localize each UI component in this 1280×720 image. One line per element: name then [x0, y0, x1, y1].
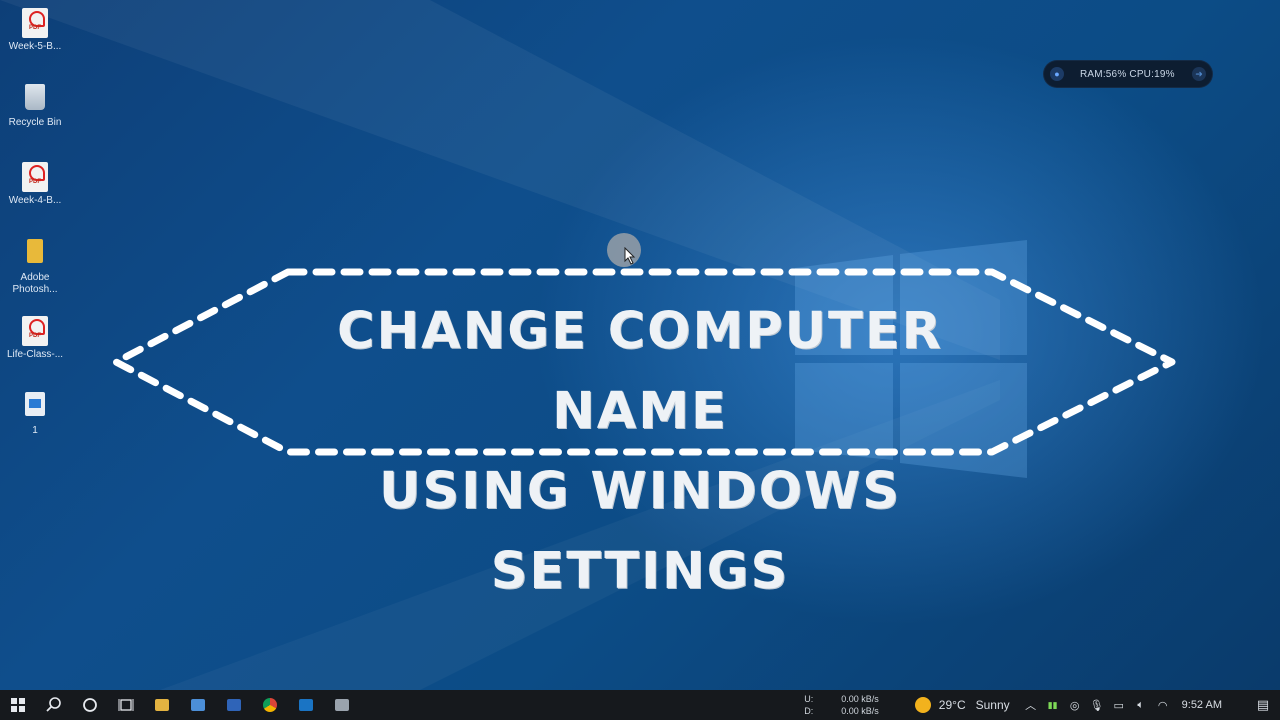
- taskbar-mail[interactable]: [180, 690, 216, 720]
- system-tray: U: D: 0.00 kB/s 0.00 kB/s 29°C Sunny ︿ ▮…: [804, 690, 1280, 720]
- battery-meter-icon: ▮▮: [1047, 699, 1058, 710]
- speaker-icon: 🔈︎: [1137, 698, 1144, 711]
- network-speed-meter: U: D: 0.00 kB/s 0.00 kB/s: [804, 693, 879, 717]
- tray-volume[interactable]: 🔈︎: [1130, 690, 1152, 720]
- chevron-up-icon: ︿: [1025, 700, 1037, 712]
- banner-title-line-1: CHANGE COMPUTER NAME: [337, 302, 943, 441]
- taskbar: U: D: 0.00 kB/s 0.00 kB/s 29°C Sunny ︿ ▮…: [0, 690, 1280, 720]
- weather-condition: Sunny: [975, 698, 1010, 712]
- weather-temperature: 29°C: [938, 698, 966, 712]
- upload-label: U:: [804, 694, 814, 704]
- search-icon: [46, 697, 61, 712]
- mouse-cursor-icon: [624, 247, 636, 265]
- search-button[interactable]: [36, 690, 72, 720]
- task-view-icon: [118, 699, 134, 711]
- taskbar-outlook[interactable]: [288, 690, 324, 720]
- microphone-icon: 🎙︎: [1089, 699, 1104, 712]
- download-speed: 0.00 kB/s: [841, 706, 879, 716]
- banner-title-line-2: USING WINDOWS SETTINGS: [378, 462, 901, 601]
- download-label: D:: [804, 706, 814, 716]
- taskbar-app[interactable]: [324, 690, 360, 720]
- word-icon: [227, 699, 241, 711]
- file-explorer-icon: [155, 699, 169, 711]
- chrome-icon: [263, 698, 277, 712]
- notification-icon: ▤: [1256, 697, 1270, 712]
- app-icon: [335, 699, 349, 711]
- taskbar-clock[interactable]: 9:52 AM: [1182, 699, 1222, 711]
- sun-icon: [914, 697, 931, 713]
- battery-icon: ▭: [1113, 699, 1124, 712]
- webcam-icon: ◎: [1069, 699, 1080, 712]
- cortana-button[interactable]: [72, 690, 108, 720]
- notification-center-button[interactable]: ▤: [1246, 690, 1280, 720]
- tray-battery-meter[interactable]: ▮▮: [1042, 690, 1064, 720]
- tray-webcam[interactable]: ◎: [1064, 690, 1086, 720]
- show-hidden-icons-button[interactable]: ︿: [1020, 690, 1042, 720]
- upload-speed: 0.00 kB/s: [841, 694, 879, 704]
- taskbar-file-explorer[interactable]: [144, 690, 180, 720]
- task-view-button[interactable]: [108, 690, 144, 720]
- tray-wifi[interactable]: ◠: [1152, 690, 1174, 720]
- wifi-icon: ◠: [1157, 699, 1168, 712]
- cortana-icon: [83, 698, 97, 712]
- banner-title: CHANGE COMPUTER NAME USING WINDOWS SETTI…: [280, 292, 1000, 612]
- mail-icon: [191, 699, 205, 711]
- start-button[interactable]: [0, 690, 36, 720]
- taskbar-chrome[interactable]: [252, 690, 288, 720]
- outlook-icon: [299, 699, 313, 711]
- tray-microphone[interactable]: 🎙︎: [1086, 690, 1108, 720]
- tray-power[interactable]: ▭: [1108, 690, 1130, 720]
- taskbar-word[interactable]: [216, 690, 252, 720]
- weather-widget[interactable]: 29°C Sunny: [914, 697, 1010, 713]
- windows-logo-icon: [11, 698, 25, 712]
